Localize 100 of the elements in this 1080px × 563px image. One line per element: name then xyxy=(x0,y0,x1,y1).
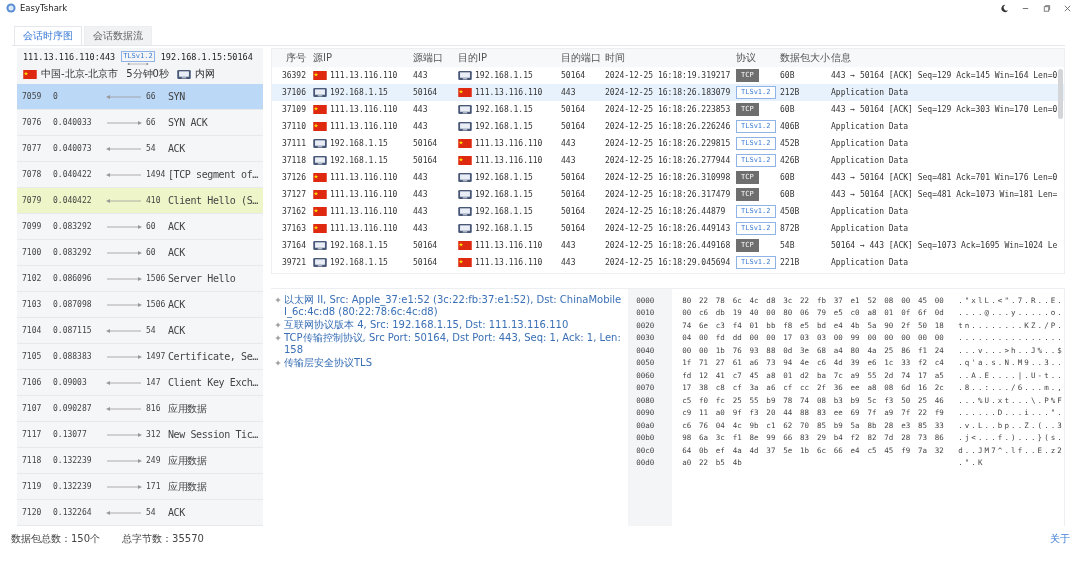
restore-icon[interactable] xyxy=(1042,3,1051,13)
left-arrow-icon xyxy=(106,379,142,386)
time-text: 0.132239 xyxy=(53,482,93,491)
table-cell-text: 212B xyxy=(779,88,801,97)
moon-icon[interactable] xyxy=(1000,3,1009,13)
tree-item[interactable]: 互联网协议版本 4, Src: 192.168.1.15, Dst: 111.13.116.110 xyxy=(284,318,569,331)
size-text: 312 xyxy=(146,430,162,439)
left-arrow-icon xyxy=(106,327,142,334)
flag-icon xyxy=(458,156,472,165)
monitor-icon xyxy=(458,71,472,80)
table-cell-text: Application Data xyxy=(830,207,910,216)
column-header[interactable]: 目的端口 xyxy=(560,51,604,65)
column-header[interactable]: 源IP xyxy=(312,51,412,65)
table-cell-text: 450B xyxy=(779,207,801,216)
table-cell-text: 426B xyxy=(779,156,801,165)
table-cell-text: Application Data xyxy=(830,224,910,233)
packet-number: 7118 xyxy=(22,456,43,465)
size-text: 410 xyxy=(146,196,162,205)
size-text: 66 xyxy=(146,92,157,101)
table-cell-text: 50164 xyxy=(412,241,439,250)
info-text: ACK xyxy=(168,247,185,258)
table-cell: 192.168.1.15 xyxy=(475,122,533,131)
column-header[interactable]: 源端口 xyxy=(412,51,457,65)
table-cell-text: 443 → 50164 [ACK] Seq=481 Ack=701 Win=176 Len=0 xyxy=(830,173,1059,182)
column-header[interactable]: 目的IP xyxy=(457,51,560,65)
table-cell-text: 60B xyxy=(779,105,796,114)
flag-icon xyxy=(458,139,472,148)
packet-number: 7120 xyxy=(22,508,43,517)
tree-item[interactable]: TCP传输控制协议, Src Port: 50164, Dst Port: 443, Seq: 1, Ack: 1, Len: 158 xyxy=(284,331,625,356)
right-arrow-icon xyxy=(106,431,142,438)
table-cell-text: 443 xyxy=(560,139,577,148)
time-text: 0.040073 xyxy=(53,144,93,153)
table-cell-text: 2024-12-25 16:18:26.317479 xyxy=(604,190,732,199)
table-cell: 111.13.116.110 xyxy=(475,241,543,250)
scrollbar[interactable] xyxy=(1058,69,1063,119)
about-link[interactable]: 关于 xyxy=(1050,532,1070,546)
packet-number: 7099 xyxy=(22,222,43,231)
table-cell-text: 221B xyxy=(779,258,801,267)
table-cell-text: 50164 xyxy=(560,207,587,216)
info-text: Client Key Exch… xyxy=(168,377,258,388)
table-cell-text: 50164 xyxy=(412,156,439,165)
table-cell-text: Application Data xyxy=(830,122,910,131)
info-text: SYN ACK xyxy=(168,117,208,128)
monitor-icon xyxy=(458,190,472,199)
right-arrow-icon xyxy=(106,301,142,308)
table-cell-text: 60B xyxy=(779,71,796,80)
flag-icon xyxy=(458,241,472,250)
table-cell-text: 37118 xyxy=(280,156,307,165)
table-cell-text: 50164 xyxy=(560,71,587,80)
monitor-icon xyxy=(313,88,327,97)
time-text: 0.087098 xyxy=(53,300,93,309)
column-header[interactable]: 数据包大小 xyxy=(779,51,830,65)
time-text: 0.040422 xyxy=(53,170,93,179)
column-header[interactable]: 时间 xyxy=(604,51,735,65)
table-cell: 192.168.1.15 xyxy=(475,105,533,114)
info-text: 应用数据 xyxy=(168,479,207,494)
tree-item[interactable]: 传输层安全协议TLS xyxy=(284,356,373,369)
tab[interactable]: 会话时序图 xyxy=(14,26,82,45)
info-text: 应用数据 xyxy=(168,401,207,416)
table-cell-text: 37126 xyxy=(280,173,307,182)
table-cell-text: 443 xyxy=(412,224,429,233)
packet-count: 数据包总数：150个 xyxy=(11,532,101,546)
flag-icon xyxy=(458,88,472,97)
flow-row[interactable]: 7079 0.040422 410 Client Hello (S… xyxy=(17,188,263,214)
size-text: 1497 xyxy=(146,352,167,361)
table-cell-text: 60B xyxy=(779,190,796,199)
table-cell: 192.168.1.15 xyxy=(330,258,388,267)
monitor-icon xyxy=(458,122,472,131)
table-cell-text: 443 xyxy=(412,122,429,131)
destination-address: 192.168.1.15:50164 xyxy=(160,52,253,62)
time-text: 0.132264 xyxy=(53,508,93,517)
table-cell: 192.168.1.15 xyxy=(475,71,533,80)
monitor-icon xyxy=(458,207,472,216)
flow-row[interactable]: 7059 0 66 SYN xyxy=(17,84,263,110)
column-header[interactable]: 信息 xyxy=(830,51,1064,65)
close-icon[interactable] xyxy=(1063,3,1072,13)
table-cell: 192.168.1.15 xyxy=(330,88,388,97)
table-cell-text: 2024-12-25 16:18:26.44879 xyxy=(604,207,727,216)
size-text: 1494 xyxy=(146,170,167,179)
right-arrow-icon xyxy=(106,483,142,490)
column-header[interactable]: 协议 xyxy=(735,51,779,65)
app-logo-icon xyxy=(6,3,16,13)
table-cell-text: 50164 xyxy=(560,224,587,233)
table-cell-text: 2024-12-25 16:18:26.310998 xyxy=(604,173,732,182)
flag-icon xyxy=(313,224,327,233)
column-header[interactable]: 序号 xyxy=(272,51,312,65)
tree-item[interactable]: 以太网 II, Src: Apple_37:e1:52 (3c:22:fb:37:e1:52), Dst: ChinaMobileI_6c:4c:d8 (80:22:78:6c:4c:d8) xyxy=(284,293,625,318)
monitor-icon xyxy=(458,105,472,114)
size-text: 1506 xyxy=(146,274,167,283)
table-cell-text: 2024-12-25 16:18:26.449143 xyxy=(604,224,732,233)
source-address: 111.13.116.110:443 xyxy=(23,52,116,62)
tab[interactable]: 会话数据流 xyxy=(84,26,152,45)
table-cell-text: 452B xyxy=(779,139,801,148)
packet-number: 7103 xyxy=(22,300,43,309)
table-cell-text: 406B xyxy=(779,122,801,131)
table-cell-text: 60B xyxy=(779,173,796,182)
location-text: 内网 xyxy=(194,67,215,81)
plus-icon xyxy=(275,296,281,303)
size-text: 60 xyxy=(146,248,157,257)
time-text: 0.040422 xyxy=(53,196,93,205)
